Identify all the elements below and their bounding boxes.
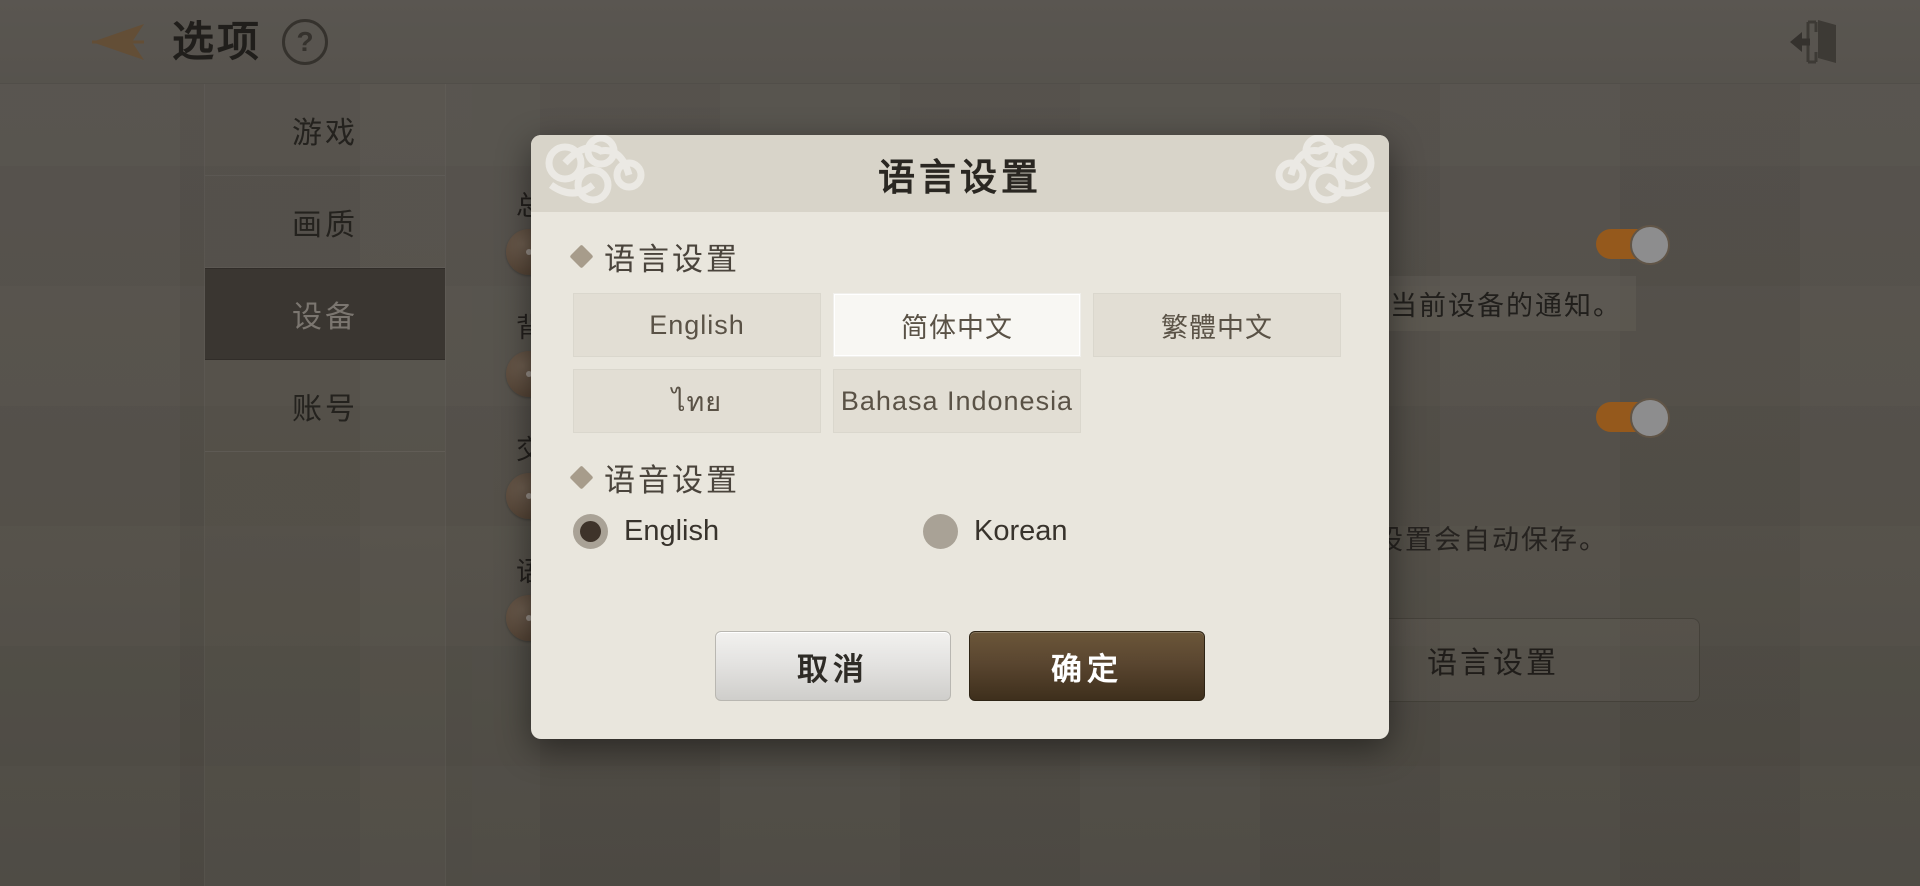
language-option-label: English bbox=[649, 309, 745, 340]
language-option-bahasa-indonesia[interactable]: Bahasa Indonesia bbox=[833, 369, 1081, 433]
language-settings-dialog: 语言设置 语言设置 English 简体中文 繁體中文 ไทย Bahasa I… bbox=[531, 135, 1389, 739]
radio-button-icon bbox=[573, 514, 608, 549]
language-options-grid: English 简体中文 繁體中文 ไทย Bahasa Indonesia bbox=[573, 293, 1347, 433]
confirm-button-label: 确定 bbox=[1051, 651, 1123, 687]
dialog-body: 语言设置 English 简体中文 繁體中文 ไทย Bahasa Indone… bbox=[531, 212, 1389, 739]
language-section-header: 语言设置 bbox=[569, 234, 1347, 279]
dialog-title: 语言设置 bbox=[878, 156, 1042, 198]
dialog-title-bar: 语言设置 bbox=[531, 135, 1389, 212]
language-option-label: Bahasa Indonesia bbox=[840, 385, 1074, 416]
cloud-ornament-icon bbox=[535, 135, 655, 212]
radio-button-icon bbox=[923, 514, 958, 549]
confirm-button[interactable]: 确定 bbox=[969, 631, 1205, 701]
cancel-button-label: 取消 bbox=[797, 651, 869, 687]
cloud-ornament-icon bbox=[1265, 135, 1385, 212]
language-option-english[interactable]: English bbox=[573, 293, 821, 357]
language-option-simplified-chinese[interactable]: 简体中文 bbox=[833, 293, 1081, 357]
voice-option-label: English bbox=[624, 515, 720, 547]
language-option-traditional-chinese[interactable]: 繁體中文 bbox=[1093, 293, 1341, 357]
cancel-button[interactable]: 取消 bbox=[715, 631, 951, 701]
voice-section-title: 语音设置 bbox=[604, 463, 740, 498]
app-screen: 游戏 画质 设备 账号 总 背 交 语 bbox=[0, 0, 1920, 886]
diamond-bullet-icon bbox=[569, 244, 594, 269]
language-option-label: 繁體中文 bbox=[1161, 312, 1273, 343]
voice-option-korean[interactable]: Korean bbox=[923, 514, 1068, 549]
voice-option-english[interactable]: English bbox=[573, 514, 923, 549]
language-option-label: ไทย bbox=[671, 386, 723, 417]
voice-options-row: English Korean bbox=[573, 514, 1347, 549]
diamond-bullet-icon bbox=[569, 465, 594, 490]
voice-option-label: Korean bbox=[974, 515, 1068, 547]
voice-section-header: 语音设置 bbox=[569, 455, 1347, 500]
language-option-label: 简体中文 bbox=[901, 312, 1013, 343]
dialog-action-bar: 取消 确定 bbox=[531, 631, 1389, 701]
language-section-title: 语言设置 bbox=[604, 242, 740, 277]
language-option-thai[interactable]: ไทย bbox=[573, 369, 821, 433]
